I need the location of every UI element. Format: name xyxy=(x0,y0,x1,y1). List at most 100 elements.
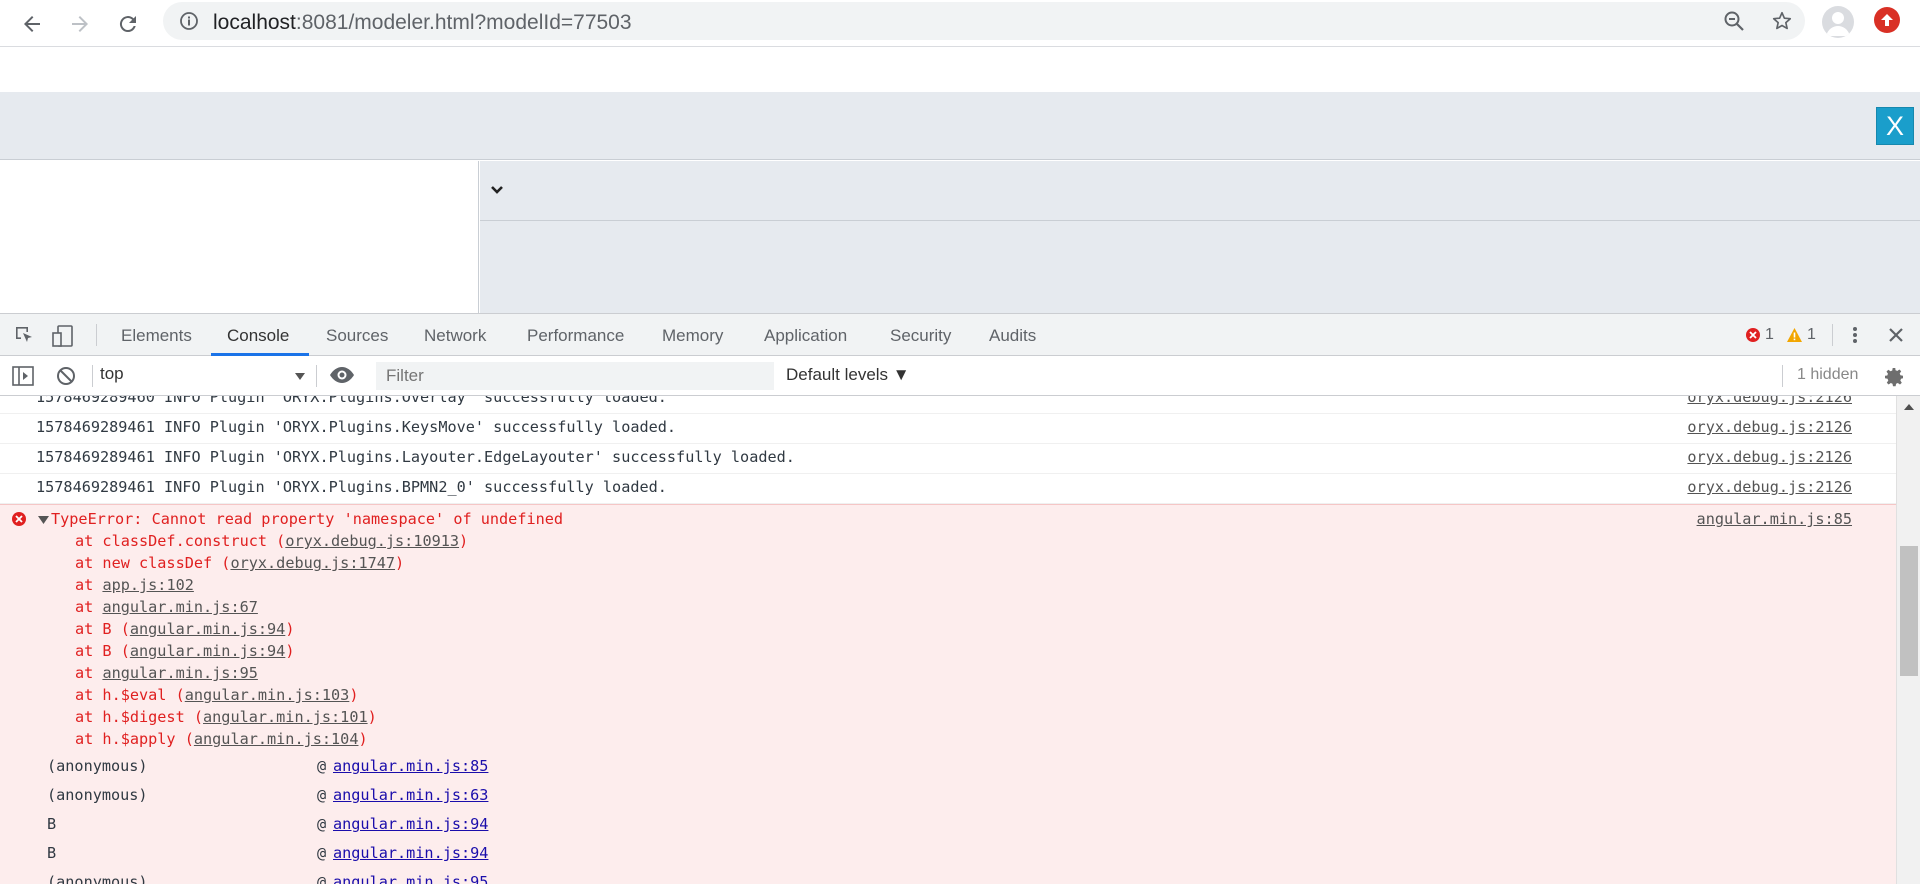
tab-audits[interactable]: Audits xyxy=(989,326,1036,346)
url-host: localhost xyxy=(213,11,296,34)
tab-elements[interactable]: Elements xyxy=(121,326,192,346)
stack-link[interactable]: angular.min.js:104 xyxy=(194,730,359,748)
devtools-tabbar: Elements Console Sources Network Perform… xyxy=(0,314,1920,356)
bookmark-star-icon[interactable] xyxy=(1771,10,1793,35)
stack-text: at xyxy=(75,576,103,594)
hidden-messages-count: 1 hidden xyxy=(1797,366,1859,383)
close-button[interactable]: X xyxy=(1876,107,1914,145)
tab-sources[interactable]: Sources xyxy=(326,326,388,346)
toolbar-divider xyxy=(92,365,93,387)
call-function: B xyxy=(47,815,57,833)
call-source-link[interactable]: angular.min.js:85 xyxy=(333,757,488,775)
devtools-panel: Elements Console Sources Network Perform… xyxy=(0,313,1920,884)
chevron-down-icon[interactable] xyxy=(490,183,504,200)
console-output: 1578469289460 INFO Plugin 'ORYX.Plugins.… xyxy=(0,396,1896,884)
stack-link[interactable]: angular.min.js:101 xyxy=(203,708,368,726)
stack-line: at classDef.construct (oryx.debug.js:109… xyxy=(75,532,468,554)
profile-avatar[interactable] xyxy=(1822,6,1854,38)
close-devtools-icon[interactable] xyxy=(1886,325,1906,348)
call-at: @ xyxy=(317,757,327,775)
console-toolbar: top Default levels ▼ 1 hidden xyxy=(0,356,1920,396)
call-function: (anonymous) xyxy=(47,873,148,884)
toolbar-divider xyxy=(1832,324,1833,346)
log-source-link[interactable]: oryx.debug.js:2126 xyxy=(1687,418,1852,436)
error-circle-icon xyxy=(1746,328,1760,342)
expand-triangle-icon[interactable] xyxy=(38,514,49,528)
stack-line: at new classDef (oryx.debug.js:1747) xyxy=(75,554,404,576)
log-source-link[interactable]: oryx.debug.js:2126 xyxy=(1687,478,1852,496)
call-at: @ xyxy=(317,815,327,833)
stack-link[interactable]: app.js:102 xyxy=(102,576,193,594)
stack-link[interactable]: angular.min.js:95 xyxy=(102,664,257,682)
forward-button[interactable] xyxy=(62,6,98,42)
error-count: 1 xyxy=(1765,326,1774,343)
call-source-link[interactable]: angular.min.js:94 xyxy=(333,815,488,833)
console-filter-input[interactable] xyxy=(376,362,774,390)
log-levels-dropdown[interactable]: Default levels ▼ xyxy=(786,365,910,385)
log-row: 1578469289461 INFO Plugin 'ORYX.Plugins.… xyxy=(0,444,1896,474)
info-icon[interactable] xyxy=(179,11,199,34)
tab-console[interactable]: Console xyxy=(227,326,289,346)
more-menu-icon[interactable] xyxy=(1845,325,1865,348)
stack-line: at h.$eval (angular.min.js:103) xyxy=(75,686,358,708)
context-selector[interactable]: top xyxy=(100,364,306,388)
error-counter[interactable]: 1 xyxy=(1745,326,1774,344)
log-source-link[interactable]: oryx.debug.js:2126 xyxy=(1687,396,1852,406)
warning-counter[interactable]: 1 xyxy=(1786,326,1816,344)
call-stack-row: (anonymous) @ angular.min.js:85 xyxy=(47,757,488,785)
scrollbar-thumb[interactable] xyxy=(1900,546,1918,676)
tab-security[interactable]: Security xyxy=(890,326,951,346)
call-source-link[interactable]: angular.min.js:94 xyxy=(333,844,488,862)
url-path: :8081/modeler.html?modelId=77503 xyxy=(295,11,632,34)
stack-link[interactable]: angular.min.js:94 xyxy=(130,642,285,660)
warning-triangle-icon xyxy=(1787,328,1802,342)
arrow-right-icon xyxy=(72,16,88,32)
reload-button[interactable] xyxy=(110,6,146,42)
log-message: 1578469289460 INFO Plugin 'ORYX.Plugins.… xyxy=(36,396,667,406)
log-message: 1578469289461 INFO Plugin 'ORYX.Plugins.… xyxy=(36,418,677,436)
zoom-icon[interactable] xyxy=(1723,10,1745,35)
stack-link[interactable]: oryx.debug.js:1747 xyxy=(230,554,395,572)
stack-line: at h.$apply (angular.min.js:104) xyxy=(75,730,368,752)
sidebar-toggle-icon[interactable] xyxy=(12,366,34,389)
stack-text: ) xyxy=(285,620,295,638)
toolbar-divider xyxy=(1782,365,1783,387)
log-row: 1578469289461 INFO Plugin 'ORYX.Plugins.… xyxy=(0,414,1896,444)
stack-line: at angular.min.js:95 xyxy=(75,664,258,686)
stack-text: ) xyxy=(285,642,295,660)
stack-link[interactable]: angular.min.js:94 xyxy=(130,620,285,638)
browser-toolbar: localhost:8081/modeler.html?modelId=7750… xyxy=(0,0,1920,47)
console-settings-gear-icon[interactable] xyxy=(1882,365,1906,392)
stack-text: at h.$eval ( xyxy=(75,686,185,704)
stack-link[interactable]: angular.min.js:103 xyxy=(185,686,350,704)
left-panel xyxy=(0,161,479,313)
call-at: @ xyxy=(317,873,327,884)
update-button[interactable] xyxy=(1874,7,1900,33)
reload-icon xyxy=(119,16,136,33)
call-source-link[interactable]: angular.min.js:63 xyxy=(333,786,488,804)
live-expression-eye-icon[interactable] xyxy=(329,366,355,387)
address-bar[interactable]: localhost:8081/modeler.html?modelId=7750… xyxy=(163,2,1805,40)
scroll-up-arrow-icon[interactable] xyxy=(1903,400,1915,415)
stack-text: at xyxy=(75,598,103,616)
error-source-link[interactable]: angular.min.js:85 xyxy=(1697,510,1852,528)
tab-application[interactable]: Application xyxy=(764,326,847,346)
call-stack-row: B @ angular.min.js:94 xyxy=(47,815,488,843)
clear-console-icon[interactable] xyxy=(56,366,76,389)
console-scrollbar[interactable] xyxy=(1896,396,1920,884)
stack-link[interactable]: oryx.debug.js:10913 xyxy=(285,532,459,550)
error-message: TypeError: Cannot read property 'namespa… xyxy=(0,504,1896,884)
stack-line: at angular.min.js:67 xyxy=(75,598,258,620)
stack-link[interactable]: angular.min.js:67 xyxy=(102,598,257,616)
back-button[interactable] xyxy=(14,6,50,42)
stack-text: at new classDef ( xyxy=(75,554,231,572)
inspect-element-icon[interactable] xyxy=(14,325,34,348)
tab-performance[interactable]: Performance xyxy=(527,326,624,346)
tab-memory[interactable]: Memory xyxy=(662,326,723,346)
tab-network[interactable]: Network xyxy=(424,326,486,346)
call-source-link[interactable]: angular.min.js:95 xyxy=(333,873,488,884)
log-row: 1578469289461 INFO Plugin 'ORYX.Plugins.… xyxy=(0,474,1896,504)
stack-text: at xyxy=(75,664,103,682)
device-toolbar-icon[interactable] xyxy=(52,325,74,350)
log-source-link[interactable]: oryx.debug.js:2126 xyxy=(1687,448,1852,466)
